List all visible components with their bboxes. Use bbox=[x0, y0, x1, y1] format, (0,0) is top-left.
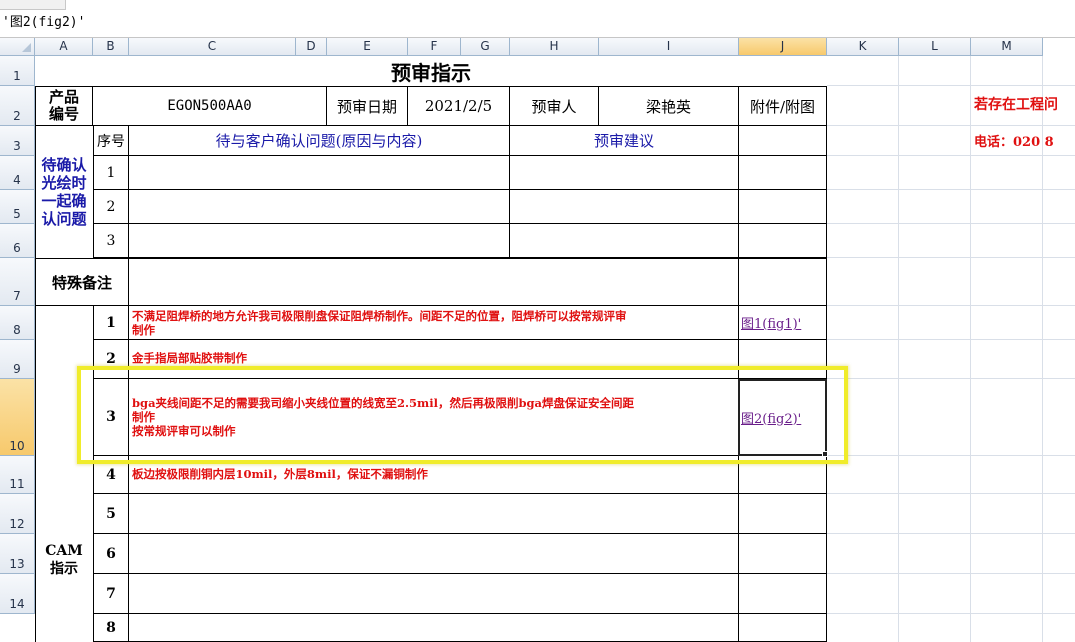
row-header-12[interactable]: 12 bbox=[0, 494, 35, 534]
cam-item-number[interactable]: 8 bbox=[93, 614, 129, 642]
cam-item-text-content: 板边按极限削铜内层10mil，外层8mil，保证不漏铜制作 bbox=[132, 467, 428, 481]
cam-item-number[interactable]: 5 bbox=[93, 494, 129, 534]
confirm-row-number[interactable]: 2 bbox=[93, 190, 129, 224]
gridline-v bbox=[970, 56, 971, 642]
seq-label[interactable]: 序号 bbox=[93, 126, 129, 156]
confirm-attachment-cell[interactable] bbox=[739, 224, 827, 258]
cam-item-attachment-cell[interactable] bbox=[739, 614, 827, 642]
attachment-label[interactable]: 附件/附图 bbox=[739, 86, 827, 126]
row-header-4[interactable]: 4 bbox=[0, 156, 35, 190]
special-notes-cell[interactable] bbox=[129, 258, 739, 306]
confirm-attachment-cell[interactable] bbox=[739, 156, 827, 190]
column-header-j[interactable]: J bbox=[739, 38, 827, 56]
cam-item-text-content: bga夹线间距不足的需要我司缩小夹线位置的线宽至2.5mil，然后再极限削bga… bbox=[132, 396, 634, 438]
column-header-d[interactable]: D bbox=[296, 38, 327, 56]
confirm-question-cell[interactable] bbox=[129, 156, 510, 190]
review-date[interactable]: 2021/2/5 bbox=[408, 86, 510, 126]
confirm-attachment-cell[interactable] bbox=[739, 190, 827, 224]
column-header-b[interactable]: B bbox=[93, 38, 129, 56]
special-attachment-cell[interactable] bbox=[739, 258, 827, 306]
row-header-9[interactable]: 9 bbox=[0, 340, 35, 379]
row-header-14[interactable]: 14 bbox=[0, 574, 35, 614]
row-header-1[interactable]: 1 bbox=[0, 56, 35, 86]
attachment-link[interactable]: 图1(fig1)' bbox=[741, 313, 801, 332]
column-header-h[interactable]: H bbox=[510, 38, 599, 56]
cam-item-text[interactable]: 不满足阻焊桥的地方允许我司极限削盘保证阻焊桥制作。间距不足的位置，阻焊桥可以按常… bbox=[129, 306, 739, 340]
cam-item-number[interactable]: 2 bbox=[93, 340, 129, 379]
cam-item-attachment-cell[interactable] bbox=[739, 534, 827, 574]
sheet-title[interactable]: 预审指示 bbox=[35, 56, 827, 86]
suggestion-header[interactable]: 预审建议 bbox=[510, 126, 739, 156]
name-box-tab[interactable] bbox=[0, 0, 66, 10]
row-header-7[interactable]: 7 bbox=[0, 258, 35, 306]
cam-label: CAM 指示 bbox=[36, 536, 92, 584]
cam-item-text[interactable]: 板边按极限削铜内层10mil，外层8mil，保证不漏铜制作 bbox=[129, 456, 739, 494]
row-header-5[interactable]: 5 bbox=[0, 190, 35, 224]
confirm-question-cell[interactable] bbox=[129, 190, 510, 224]
attachment-header-blank[interactable] bbox=[739, 126, 827, 156]
row-header-8[interactable]: 8 bbox=[0, 306, 35, 340]
cam-item-text[interactable] bbox=[129, 494, 739, 534]
formula-bar: '图2(fig2)' bbox=[0, 0, 1075, 38]
cam-item-text[interactable]: bga夹线间距不足的需要我司缩小夹线位置的线宽至2.5mil，然后再极限削bga… bbox=[129, 379, 739, 456]
confirm-suggestion-cell[interactable] bbox=[510, 190, 739, 224]
fill-handle[interactable] bbox=[822, 451, 828, 457]
cam-item-text-content: 金手指局部贴胶带制作 bbox=[132, 351, 247, 365]
product-code[interactable]: EGON500AA0 bbox=[93, 86, 327, 126]
product-label[interactable]: 产品 编号 bbox=[35, 86, 93, 126]
gridline-v bbox=[898, 56, 899, 642]
row-header-11[interactable]: 11 bbox=[0, 456, 35, 494]
column-header-a[interactable]: A bbox=[35, 38, 93, 56]
confirm-label: 待确认 光绘时 一起确 认问题 bbox=[36, 156, 92, 228]
review-date-label[interactable]: 预审日期 bbox=[327, 86, 408, 126]
confirm-row-number[interactable]: 1 bbox=[93, 156, 129, 190]
column-header-k[interactable]: K bbox=[827, 38, 899, 56]
formula-input[interactable]: '图2(fig2)' bbox=[0, 13, 85, 33]
cam-item-attachment-cell[interactable] bbox=[739, 456, 827, 494]
column-header-c[interactable]: C bbox=[129, 38, 296, 56]
reviewer-label[interactable]: 预审人 bbox=[510, 86, 599, 126]
cam-label-cell[interactable] bbox=[35, 306, 93, 642]
column-header-m[interactable]: M bbox=[971, 38, 1043, 56]
column-header-e[interactable]: E bbox=[327, 38, 408, 56]
cam-item-attachment-cell[interactable] bbox=[739, 494, 827, 534]
select-all-corner[interactable] bbox=[0, 38, 35, 56]
confirm-row-number[interactable]: 3 bbox=[93, 224, 129, 258]
confirm-question-cell[interactable] bbox=[129, 224, 510, 258]
column-header-i[interactable]: I bbox=[599, 38, 739, 56]
cam-item-text-content: 不满足阻焊桥的地方允许我司极限削盘保证阻焊桥制作。间距不足的位置，阻焊桥可以按常… bbox=[132, 308, 627, 337]
row-header-13[interactable]: 13 bbox=[0, 534, 35, 574]
cam-item-text[interactable] bbox=[129, 574, 739, 614]
cam-item-text[interactable]: 金手指局部贴胶带制作 bbox=[129, 340, 739, 379]
cam-item-number[interactable]: 1 bbox=[93, 306, 129, 340]
row-header-6[interactable]: 6 bbox=[0, 224, 35, 258]
spreadsheet-grid[interactable]: ABCDEFGHIJKLM 1 2 3 4 5 6 7 8 9 10 11 12 13 14 预审指示 产… bbox=[0, 38, 1075, 642]
row-header-3[interactable]: 3 bbox=[0, 126, 35, 156]
row-header-10[interactable]: 10 bbox=[0, 379, 35, 456]
column-header-f[interactable]: F bbox=[408, 38, 461, 56]
side-note-2[interactable]: 电话：020 8 bbox=[974, 131, 1075, 153]
column-header-g[interactable]: G bbox=[461, 38, 510, 56]
cam-item-text[interactable] bbox=[129, 534, 739, 574]
question-header[interactable]: 待与客户确认问题(原因与内容) bbox=[129, 126, 510, 156]
cam-item-attachment-cell[interactable]: 图1(fig1)' bbox=[739, 306, 827, 340]
cam-item-attachment-cell[interactable] bbox=[739, 574, 827, 614]
cam-item-number[interactable]: 6 bbox=[93, 534, 129, 574]
active-cell-selection bbox=[738, 379, 827, 456]
cam-item-text[interactable] bbox=[129, 614, 739, 642]
cam-item-number[interactable]: 7 bbox=[93, 574, 129, 614]
confirm-suggestion-cell[interactable] bbox=[510, 224, 739, 258]
side-note-1[interactable]: 若存在工程问 bbox=[974, 94, 1075, 116]
special-label[interactable]: 特殊备注 bbox=[35, 258, 129, 306]
cam-item-attachment-cell[interactable] bbox=[739, 340, 827, 379]
column-header-l[interactable]: L bbox=[899, 38, 971, 56]
cam-item-number[interactable]: 4 bbox=[93, 456, 129, 494]
confirm-suggestion-cell[interactable] bbox=[510, 156, 739, 190]
row-header-2[interactable]: 2 bbox=[0, 86, 35, 126]
cam-item-number[interactable]: 3 bbox=[93, 379, 129, 456]
reviewer-name[interactable]: 梁艳英 bbox=[599, 86, 739, 126]
